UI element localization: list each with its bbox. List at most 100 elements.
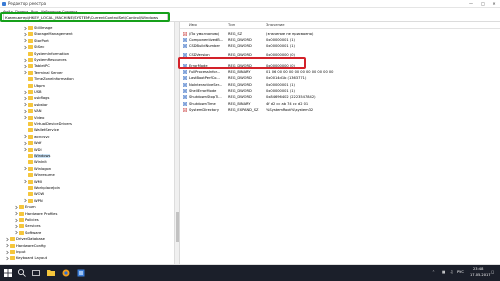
tree-item[interactable]: WinInit <box>23 159 47 165</box>
volume-icon[interactable]: ♫ <box>450 270 453 274</box>
expand-chevron-icon[interactable] <box>23 115 28 120</box>
registry-value-row[interactable]: FullProcessInfor... REG_BINARY 01 06 00 00… <box>180 69 500 75</box>
maximize-button[interactable]: □ <box>478 1 488 7</box>
expand-chevron-icon[interactable] <box>23 102 28 107</box>
network-icon[interactable]: ▩ <box>442 270 445 274</box>
registry-value-row[interactable]: NoInteractiveSer... REG_DWORD 0x00000001 (… <box>180 82 500 88</box>
clock-date[interactable]: 17.05.2017 <box>470 273 491 277</box>
registry-value-row[interactable]: ComponentizedB... REG_DWORD 0x00000001 (1) <box>180 37 500 43</box>
csdversion-highlight-box <box>178 57 306 69</box>
tree-item[interactable]: DriverDatabase <box>5 236 45 242</box>
tree-item[interactable]: Ubpm <box>23 83 45 89</box>
tree-item[interactable]: Policies <box>14 217 39 223</box>
tree-item[interactable]: TimeZoneInformation <box>23 76 74 82</box>
close-button[interactable]: ✕ <box>489 1 499 7</box>
tree-item[interactable]: wcncsvc <box>23 134 50 140</box>
notifications-icon[interactable]: ▢ <box>491 270 494 274</box>
registry-value-row[interactable]: LastBootPerfCo... REG_DWORD 0x0014d1b (136… <box>180 75 500 81</box>
tree-item[interactable]: WPN <box>23 198 43 204</box>
tree-item-label: Terminal Server <box>34 70 63 75</box>
clock-time[interactable]: 23:48 <box>473 267 483 271</box>
tree-item[interactable]: StorageManagement <box>23 31 73 37</box>
registry-value-row[interactable]: ShellErrorMode REG_DWORD 0x00000001 (1) <box>180 88 500 94</box>
tree-item[interactable]: Enum <box>14 204 36 210</box>
value-data: 0x00000001 (1) <box>266 44 295 49</box>
registry-value-row[interactable]: ShutdownTime REG_BINARY 4f d2 cc ab 74 cc … <box>180 101 500 107</box>
expand-chevron-icon[interactable] <box>14 230 19 235</box>
expand-chevron-icon[interactable] <box>23 134 28 139</box>
tree-item[interactable]: StillImage <box>23 25 52 31</box>
expand-chevron-icon[interactable] <box>23 179 28 184</box>
tree-item[interactable]: StSec <box>23 44 44 50</box>
expand-chevron-icon[interactable] <box>23 96 28 101</box>
expand-chevron-icon[interactable] <box>23 58 28 63</box>
browser-icon[interactable] <box>61 268 71 278</box>
tree-item[interactable]: WalletService <box>23 127 59 133</box>
expand-chevron-icon[interactable] <box>23 45 28 50</box>
expand-chevron-icon[interactable] <box>14 224 19 229</box>
tree-item[interactable]: SystemResources <box>23 57 67 63</box>
regedit-taskbar-icon[interactable] <box>76 268 86 278</box>
expand-chevron-icon[interactable] <box>23 38 28 43</box>
tree-item[interactable]: Keyboard Layout <box>5 255 47 261</box>
search-icon[interactable] <box>17 268 27 278</box>
windows-start-icon[interactable] <box>3 268 13 278</box>
tree-item[interactable]: usbflags <box>23 95 49 101</box>
column-header-type[interactable]: Тип <box>228 23 235 27</box>
expand-chevron-icon[interactable] <box>23 141 28 146</box>
expand-chevron-icon[interactable] <box>23 166 28 171</box>
folder-icon <box>28 154 33 158</box>
tree-item[interactable]: WDI <box>23 147 42 153</box>
tree-item[interactable]: TabletPC <box>23 63 50 69</box>
tree-item[interactable]: usbstor <box>23 102 48 108</box>
expand-chevron-icon[interactable] <box>14 211 19 216</box>
tree-item[interactable]: HardwareConfig <box>5 243 46 249</box>
registry-value-row[interactable]: ShutdownStopTi... REG_DWORD 0x84696402 (22… <box>180 94 500 100</box>
expand-chevron-icon[interactable] <box>23 90 28 95</box>
tree-item[interactable]: WOW <box>23 191 44 197</box>
expand-chevron-icon[interactable] <box>5 237 10 242</box>
expand-chevron-icon[interactable] <box>5 243 10 248</box>
tree-item[interactable]: WorkplaceJoin <box>23 185 60 191</box>
registry-value-row[interactable]: ab (По умолчанию) REG_SZ (значение не присв… <box>180 31 500 37</box>
tree-item[interactable]: Windows <box>23 153 51 159</box>
folder-icon <box>28 122 33 126</box>
expand-chevron-icon[interactable] <box>23 198 28 203</box>
tree-item[interactable]: Services <box>14 223 41 229</box>
expand-chevron-icon[interactable] <box>23 26 28 31</box>
expand-chevron-icon[interactable] <box>23 70 28 75</box>
expand-chevron-icon[interactable] <box>23 109 28 114</box>
expand-chevron-icon[interactable] <box>23 64 28 69</box>
column-header-name[interactable]: Имя <box>189 23 197 27</box>
tree-item[interactable]: Video <box>23 115 44 121</box>
tray-chevron-icon[interactable]: ⌃ <box>432 270 435 274</box>
tree-item[interactable]: USB <box>23 89 42 95</box>
tree-item[interactable]: Terminal Server <box>23 70 63 76</box>
file-explorer-icon[interactable] <box>46 268 56 278</box>
registry-value-row[interactable]: ab SystemDirectory REG_EXPAND_SZ %SystemRoo… <box>180 107 500 113</box>
keyboard-language[interactable]: РУС <box>457 270 464 274</box>
expand-chevron-icon[interactable] <box>5 256 10 261</box>
expand-chevron-icon[interactable] <box>5 250 10 255</box>
value-type: REG_DWORD <box>228 44 252 49</box>
expand-chevron-icon[interactable] <box>14 218 19 223</box>
tree-item[interactable]: WMI <box>23 179 42 185</box>
tree-item[interactable]: Winresume <box>23 172 55 178</box>
expand-chevron-icon[interactable] <box>14 205 19 210</box>
expand-chevron-icon[interactable] <box>23 147 28 152</box>
tree-item[interactable]: Hardware Profiles <box>14 211 57 217</box>
tree-item[interactable]: Input <box>5 249 26 255</box>
tree-item-label: Policies <box>25 218 39 222</box>
tree-item[interactable]: VirtualDeviceDrivers <box>23 121 72 127</box>
tree-item[interactable]: SystemInformation <box>23 51 69 57</box>
column-header-data[interactable]: Значение <box>266 23 285 27</box>
tree-item[interactable]: Winlogon <box>23 166 51 172</box>
minimize-button[interactable]: — <box>466 1 476 7</box>
task-view-icon[interactable] <box>31 268 41 278</box>
tree-item[interactable]: StorPort <box>23 38 49 44</box>
expand-chevron-icon[interactable] <box>23 32 28 37</box>
tree-item[interactable]: Software <box>14 230 41 236</box>
tree-item[interactable]: VAN <box>23 108 42 114</box>
registry-value-row[interactable]: CSDBuildNumber REG_DWORD 0x00000001 (1) <box>180 43 500 49</box>
tree-item[interactable]: Wdf <box>23 140 41 146</box>
